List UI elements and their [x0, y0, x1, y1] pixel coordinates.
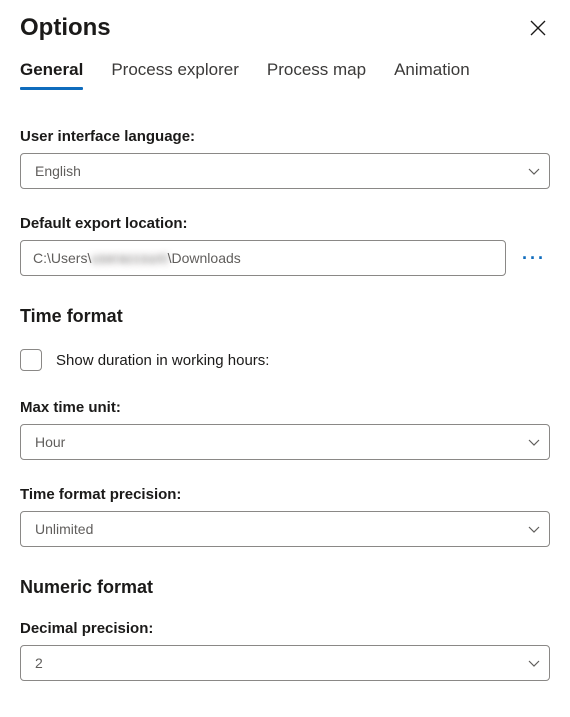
tab-animation[interactable]: Animation [394, 60, 470, 88]
page-title: Options [20, 14, 111, 42]
time-precision-value: Unlimited [35, 521, 93, 537]
tabs-bar: General Process explorer Process map Ani… [20, 60, 550, 88]
max-time-unit-value: Hour [35, 434, 65, 450]
tab-process-map[interactable]: Process map [267, 60, 366, 88]
chevron-down-icon [527, 164, 541, 178]
show-duration-checkbox[interactable] [20, 349, 42, 371]
export-path-prefix: C:\Users\ [33, 250, 91, 266]
export-path-redacted: useraccount [91, 250, 167, 266]
browse-more-button[interactable]: ··· [518, 249, 550, 267]
decimal-precision-label: Decimal precision: [20, 620, 550, 637]
chevron-down-icon [527, 435, 541, 449]
chevron-down-icon [527, 522, 541, 536]
more-icon: ··· [522, 248, 546, 268]
show-duration-label: Show duration in working hours: [56, 352, 269, 369]
numeric-format-heading: Numeric format [20, 577, 550, 598]
close-icon [530, 20, 546, 36]
tab-process-explorer[interactable]: Process explorer [111, 60, 239, 88]
time-format-heading: Time format [20, 306, 550, 327]
max-time-unit-label: Max time unit: [20, 399, 550, 416]
max-time-unit-select[interactable]: Hour [20, 424, 550, 460]
time-precision-label: Time format precision: [20, 486, 550, 503]
export-location-label: Default export location: [20, 215, 550, 232]
ui-language-label: User interface language: [20, 128, 550, 145]
decimal-precision-value: 2 [35, 655, 43, 671]
export-path-suffix: \Downloads [168, 250, 241, 266]
ui-language-value: English [35, 163, 81, 179]
tab-general[interactable]: General [20, 60, 83, 88]
close-button[interactable] [526, 16, 550, 40]
decimal-precision-select[interactable]: 2 [20, 645, 550, 681]
ui-language-select[interactable]: English [20, 153, 550, 189]
chevron-down-icon [527, 656, 541, 670]
time-precision-select[interactable]: Unlimited [20, 511, 550, 547]
export-location-input[interactable]: C:\Users\ useraccount \Downloads [20, 240, 506, 276]
